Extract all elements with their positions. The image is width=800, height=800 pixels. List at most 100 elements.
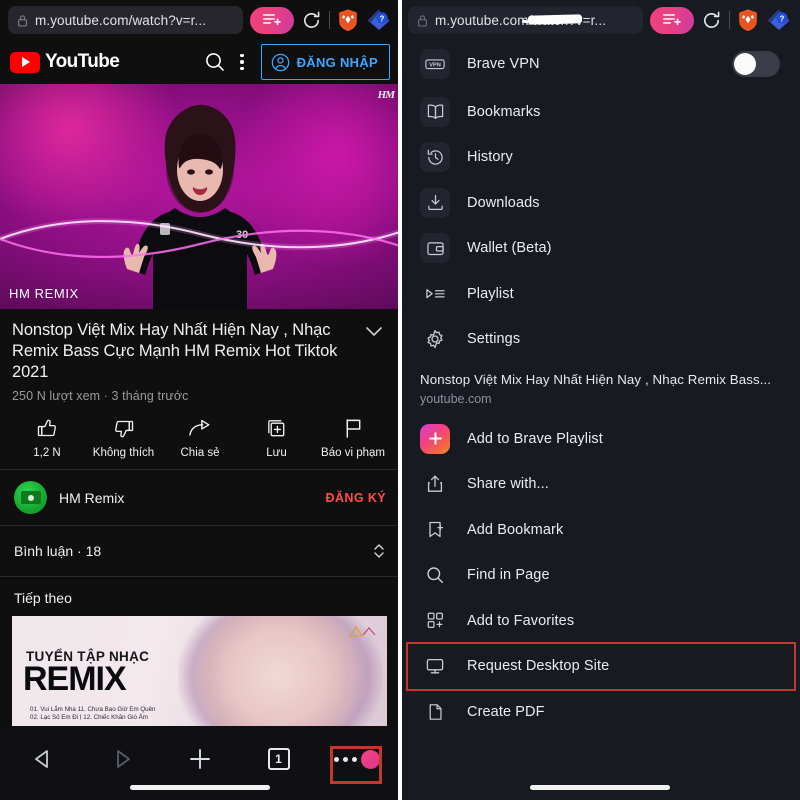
subscribe-button[interactable]: ĐĂNG KÝ [326, 491, 386, 505]
search-icon[interactable] [202, 49, 228, 75]
video-meta: 250 N lượt xem · 3 tháng trước [12, 389, 189, 403]
like-label: 1,2 N [33, 447, 61, 459]
tab-count-button[interactable]: 1 [252, 742, 306, 776]
plus-icon[interactable] [173, 742, 227, 776]
reload-icon[interactable] [701, 10, 722, 31]
more-vertical-icon[interactable] [232, 53, 252, 71]
history-icon [420, 142, 450, 173]
menu-item-add-to-brave-playlist[interactable]: Add to Brave Playlist [400, 416, 800, 462]
up-next-label: Tiếp theo [0, 577, 400, 616]
downloads-icon [420, 187, 450, 218]
signin-label: ĐĂNG NHẬP [296, 54, 378, 70]
share-icon [420, 469, 450, 499]
page-info: Nonstop Việt Mix Hay Nhất Hiện Nay , Nhạ… [400, 362, 800, 414]
reload-icon[interactable] [301, 10, 322, 31]
more-menu-button[interactable] [330, 742, 384, 776]
svg-text:?: ? [380, 15, 385, 24]
menu-item-settings[interactable]: Settings [400, 317, 800, 363]
browser-menu-list: Bookmarks History Downloads Wallet (Beta… [400, 87, 800, 362]
signin-button[interactable]: ĐĂNG NHẬP [260, 44, 390, 80]
thumbnail-line2: REMIX [23, 660, 127, 698]
help-shield-icon[interactable]: ? [366, 8, 392, 32]
menu-item-playlist[interactable]: Playlist [400, 271, 800, 317]
youtube-logo[interactable]: YouTube [10, 51, 120, 73]
menu-item-add-bookmark[interactable]: Add Bookmark [400, 507, 800, 553]
vpn-icon: VPN [420, 48, 450, 79]
tracklist-line: 02. Lạc Số Em Đi Ị 12. Chiếc Khăn Gió Ấm [30, 714, 148, 722]
youtube-header: YouTube ĐĂNG NHẬP [0, 40, 400, 84]
comments-row[interactable]: Bình luận · 18 [0, 526, 400, 576]
menu-item-label: Find in Page [467, 567, 550, 584]
back-arrow-icon[interactable] [16, 742, 70, 776]
dislike-label: Không thích [92, 447, 155, 459]
vpn-toggle[interactable] [732, 50, 780, 77]
channel-row[interactable]: HM Remix ĐĂNG KÝ [0, 470, 400, 525]
left-address-bar: m.youtube.com/watch?v=r... ? [0, 0, 400, 40]
lock-icon [18, 14, 27, 27]
thumbnail-tracklist: 01. Vui Lắm Nha 11. Chưa Bao Giờ Em Quên… [30, 706, 240, 723]
menu-item-brave-vpn[interactable]: VPN Brave VPN [400, 40, 800, 87]
like-action[interactable]: 1,2 N [14, 416, 80, 460]
page-host: youtube.com [420, 392, 492, 406]
video-player[interactable]: 30 HM HM REMIX [0, 84, 400, 309]
url-text: m.youtube.com/watch?v=r... [35, 12, 207, 28]
toolbar-divider [729, 11, 730, 29]
thumbs-up-icon [36, 416, 59, 440]
menu-item-label: Add to Favorites [467, 612, 575, 629]
menu-item-share-with[interactable]: Share with... [400, 462, 800, 508]
screenshot-root: m.youtube.com/watch?v=r... ? YouTube ĐĂN… [0, 0, 800, 800]
menu-item-wallet[interactable]: Wallet (Beta) [400, 226, 800, 272]
settings-gear-icon [420, 324, 450, 354]
menu-item-label: Playlist [467, 285, 514, 302]
svg-text:VPN: VPN [429, 62, 441, 68]
up-next-thumbnail[interactable]: TUYỂN TẬP NHẠC REMIX 01. Vui Lắm Nha 11.… [12, 616, 387, 726]
forward-arrow-icon[interactable] [95, 742, 149, 776]
menu-item-find-in-page[interactable]: Find in Page [400, 553, 800, 599]
audio-waveform [0, 218, 400, 258]
url-bar[interactable]: m.youtube.com/watch?v=r... [408, 6, 643, 34]
performer-silhouette: 30 [123, 104, 277, 309]
video-title-row[interactable]: Nonstop Việt Mix Hay Nhất Hiện Nay , Nhạ… [12, 320, 388, 383]
help-shield-icon[interactable]: ? [766, 8, 792, 32]
add-to-favorites-icon [420, 606, 450, 636]
menu-item-label: Add Bookmark [467, 521, 564, 538]
url-redaction-mark [527, 14, 583, 25]
add-bookmark-icon [420, 515, 450, 545]
url-bar[interactable]: m.youtube.com/watch?v=r... [8, 6, 243, 34]
desktop-monitor-icon [420, 651, 450, 681]
tab-count-label: 1 [267, 748, 290, 770]
brave-lion-icon[interactable] [737, 8, 759, 32]
right-address-bar: m.youtube.com/watch?v=r... ? [400, 0, 800, 40]
chevron-updown-icon[interactable] [372, 540, 386, 562]
more-horizontal-icon [334, 756, 357, 762]
share-label: Chia sẻ [180, 447, 220, 459]
chevron-down-icon[interactable] [364, 320, 388, 338]
menu-item-bookmarks[interactable]: Bookmarks [400, 89, 800, 135]
channel-name: HM Remix [59, 489, 125, 506]
add-to-playlist-icon [420, 423, 450, 454]
account-circle-icon [271, 53, 289, 71]
page-actions-list: Add to Brave Playlist Share with... Add … [400, 414, 800, 735]
reader-mode-icon[interactable] [250, 6, 294, 34]
player-overlay-label: HM REMIX [9, 286, 79, 301]
home-indicator [130, 785, 270, 790]
right-phone-panel: m.youtube.com/watch?v=r... ? VPN Brave V… [400, 0, 800, 800]
share-action[interactable]: Chia sẻ [167, 416, 233, 460]
report-action[interactable]: Báo vi phạm [320, 416, 386, 460]
save-action[interactable]: Lưu [244, 416, 310, 460]
toggle-knob [734, 52, 756, 75]
flag-icon [343, 416, 364, 440]
menu-item-label: Add to Brave Playlist [467, 430, 603, 447]
lock-icon [418, 14, 427, 27]
menu-item-request-desktop-site[interactable]: Request Desktop Site [400, 644, 800, 690]
reader-mode-icon[interactable] [650, 6, 694, 34]
menu-item-history[interactable]: History [400, 135, 800, 181]
playlist-icon [420, 279, 450, 309]
report-label: Báo vi phạm [321, 447, 385, 459]
menu-item-create-pdf[interactable]: Create PDF [400, 689, 800, 735]
menu-item-downloads[interactable]: Downloads [400, 180, 800, 226]
dislike-action[interactable]: Không thích [91, 416, 157, 460]
menu-item-add-to-favorites[interactable]: Add to Favorites [400, 598, 800, 644]
channel-avatar [14, 481, 47, 514]
brave-lion-icon[interactable] [337, 8, 359, 32]
